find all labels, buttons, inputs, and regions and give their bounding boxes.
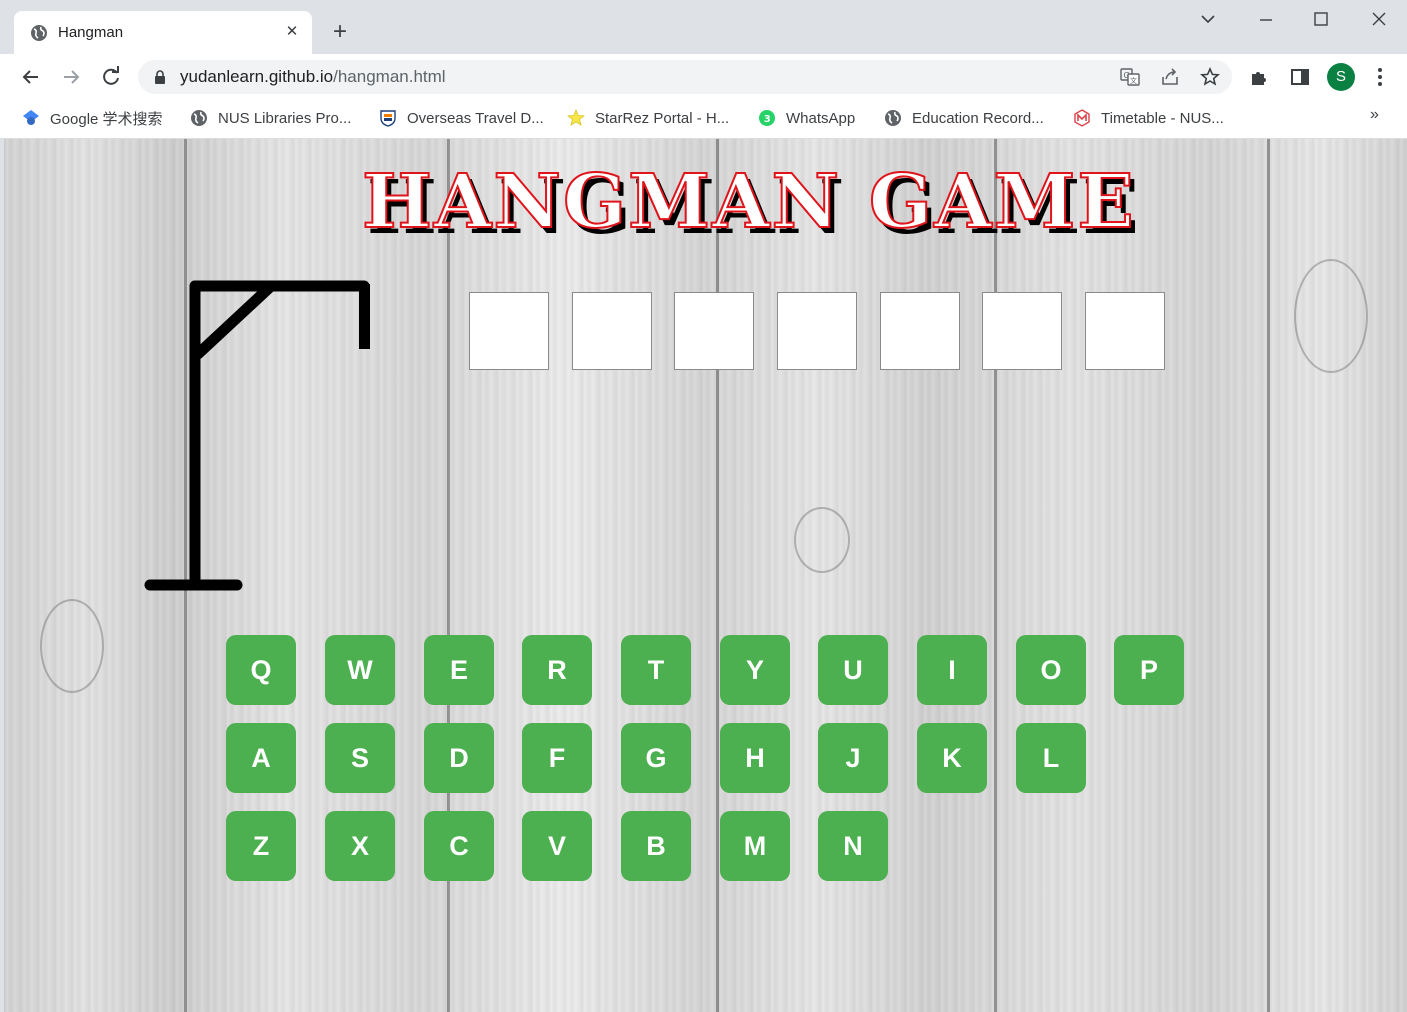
bookmark-education-record[interactable]: Education Record...: [884, 108, 1044, 128]
key-i[interactable]: I: [917, 635, 987, 705]
svg-text:3: 3: [764, 114, 771, 125]
plank-seam: [1267, 139, 1270, 1012]
bookmark-nus-libraries[interactable]: NUS Libraries Pro...: [190, 108, 351, 128]
key-t[interactable]: T: [621, 635, 691, 705]
key-n[interactable]: N: [818, 811, 888, 881]
letter-slot: [674, 292, 754, 370]
chevron-down-icon[interactable]: [1194, 8, 1222, 32]
url-path: /hangman.html: [333, 67, 446, 86]
bookmark-label: WhatsApp: [786, 109, 856, 127]
bookmarks-bar: Google 学术搜索 NUS Libraries Pro... Oversea…: [0, 100, 1407, 139]
reload-icon[interactable]: [98, 64, 124, 90]
side-panel-icon[interactable]: [1289, 66, 1311, 88]
game-title: HANGMAN GAME: [361, 158, 1136, 246]
globe-icon: [31, 25, 47, 41]
key-k[interactable]: K: [917, 723, 987, 793]
bookmark-google-scholar[interactable]: Google 学术搜索: [22, 108, 163, 128]
bookmark-label: Education Record...: [912, 109, 1044, 127]
google-scholar-icon: [23, 110, 39, 125]
star-icon: [567, 109, 585, 126]
tab-title: Hangman: [58, 24, 124, 41]
minimize-icon[interactable]: [1252, 8, 1280, 32]
key-l[interactable]: L: [1016, 723, 1086, 793]
letter-slot: [1085, 292, 1165, 370]
wood-knot: [1294, 259, 1368, 373]
key-u[interactable]: U: [818, 635, 888, 705]
hangman-page: HANGMAN GAME Q W E R T Y U I O P A S D F…: [4, 139, 1407, 1012]
key-q[interactable]: Q: [226, 635, 296, 705]
key-e[interactable]: E: [424, 635, 494, 705]
key-w[interactable]: W: [325, 635, 395, 705]
key-d[interactable]: D: [424, 723, 494, 793]
bookmark-star-icon[interactable]: [1200, 67, 1220, 87]
key-o[interactable]: O: [1016, 635, 1086, 705]
key-a[interactable]: A: [226, 723, 296, 793]
bookmark-label: Timetable - NUS...: [1101, 109, 1224, 127]
plank-seam: [716, 139, 719, 1012]
bookmark-label: Overseas Travel D...: [407, 109, 544, 127]
key-h[interactable]: H: [720, 723, 790, 793]
maximize-icon[interactable]: [1307, 8, 1335, 32]
bookmark-label: NUS Libraries Pro...: [218, 109, 352, 127]
profile-avatar[interactable]: S: [1327, 63, 1355, 91]
key-r[interactable]: R: [522, 635, 592, 705]
letter-slot: [469, 292, 549, 370]
back-arrow-icon[interactable]: [18, 64, 44, 90]
key-s[interactable]: S: [325, 723, 395, 793]
translate-icon[interactable]: G 文: [1120, 67, 1140, 87]
key-f[interactable]: F: [522, 723, 592, 793]
wood-knot: [794, 507, 850, 573]
more-vertical-icon[interactable]: [1369, 66, 1391, 88]
bookmarks-overflow-button[interactable]: »: [1370, 106, 1379, 124]
letter-slot: [880, 292, 960, 370]
nus-crest-icon: [380, 110, 396, 127]
letter-slot: [982, 292, 1062, 370]
wood-knot: [40, 599, 104, 693]
bookmark-timetable[interactable]: Timetable - NUS...: [1073, 108, 1224, 128]
key-b[interactable]: B: [621, 811, 691, 881]
letter-slot: [777, 292, 857, 370]
key-p[interactable]: P: [1114, 635, 1184, 705]
globe-icon: [885, 110, 901, 126]
key-j[interactable]: J: [818, 723, 888, 793]
url-domain: yudanlearn.github.io: [180, 67, 334, 86]
address-bar[interactable]: yudanlearn.github.io/hangman.html G 文: [138, 60, 1232, 94]
window-close-icon[interactable]: [1365, 8, 1393, 32]
tab-hangman[interactable]: Hangman ✕: [14, 11, 312, 54]
bookmark-label: Google 学术搜索: [50, 110, 163, 128]
plank-seam: [994, 139, 997, 1012]
key-c[interactable]: C: [424, 811, 494, 881]
whatsapp-icon: 3: [759, 110, 775, 126]
new-tab-button[interactable]: +: [326, 18, 354, 46]
browser-toolbar: yudanlearn.github.io/hangman.html G 文 S: [0, 54, 1407, 100]
plank-seam: [447, 139, 450, 1012]
gallows-drawing: [144, 280, 370, 591]
key-v[interactable]: V: [522, 811, 592, 881]
tab-close-icon[interactable]: ✕: [282, 22, 302, 42]
svg-text:文: 文: [1130, 76, 1137, 85]
letter-slot: [572, 292, 652, 370]
key-g[interactable]: G: [621, 723, 691, 793]
forward-arrow-icon[interactable]: [58, 64, 84, 90]
bookmark-overseas-travel[interactable]: Overseas Travel D...: [379, 108, 544, 128]
key-y[interactable]: Y: [720, 635, 790, 705]
key-m[interactable]: M: [720, 811, 790, 881]
key-z[interactable]: Z: [226, 811, 296, 881]
bookmark-starrez[interactable]: StarRez Portal - H...: [567, 108, 729, 128]
url-text[interactable]: yudanlearn.github.io/hangman.html: [180, 67, 446, 87]
globe-icon: [191, 110, 207, 126]
share-icon[interactable]: [1160, 67, 1180, 87]
tab-strip: Hangman ✕ +: [0, 0, 1407, 54]
key-x[interactable]: X: [325, 811, 395, 881]
nusmods-icon: [1074, 109, 1090, 127]
bookmark-label: StarRez Portal - H...: [595, 109, 730, 127]
lock-icon[interactable]: [154, 70, 166, 84]
extensions-puzzle-icon[interactable]: [1249, 66, 1271, 88]
bookmark-whatsapp[interactable]: 3 WhatsApp: [758, 108, 855, 128]
